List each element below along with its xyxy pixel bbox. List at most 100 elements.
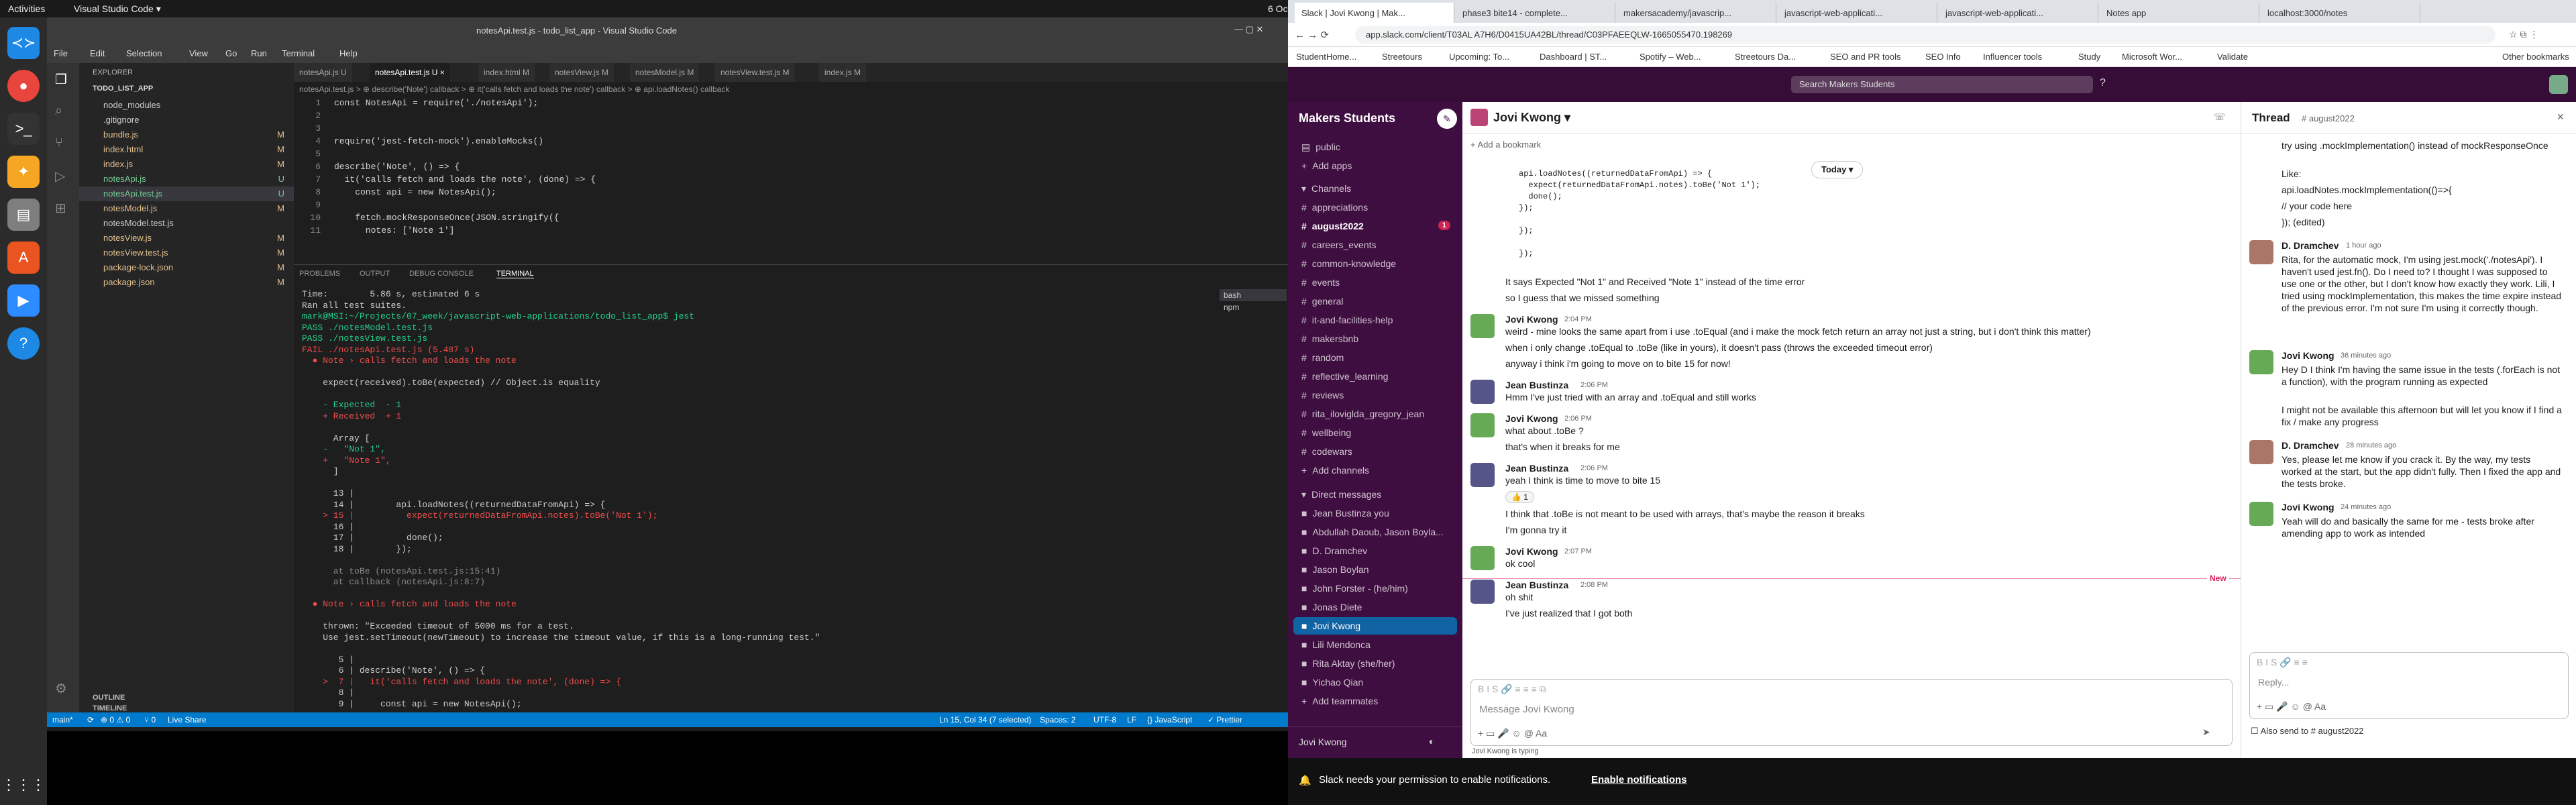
editor-tab[interactable]: index.html M bbox=[478, 63, 535, 82]
message-avatar[interactable] bbox=[1470, 314, 1495, 338]
thread-author[interactable]: D. Dramchev bbox=[2282, 240, 2339, 251]
thread-avatar[interactable] bbox=[2249, 502, 2273, 526]
thread-avatar[interactable] bbox=[2249, 240, 2273, 264]
editor-tab[interactable]: notesView.js M bbox=[549, 63, 614, 82]
thread-author[interactable]: Jovi Kwong bbox=[2282, 502, 2334, 513]
add-channels[interactable]: + Add channels bbox=[1293, 462, 1457, 479]
help-icon[interactable]: ? bbox=[7, 327, 40, 360]
thread-author[interactable]: D. Dramchev bbox=[2282, 440, 2339, 451]
sidebar-channel[interactable]: # common-knowledge bbox=[1293, 255, 1457, 272]
message-author[interactable]: Jovi Kwong bbox=[1505, 546, 1558, 557]
encoding-status[interactable]: UTF-8 bbox=[1093, 715, 1116, 724]
bookmark-item[interactable]: Study bbox=[2078, 52, 2100, 62]
message-author[interactable]: Jovi Kwong bbox=[1505, 314, 1558, 325]
dm-section-header[interactable]: ▾ Direct messages bbox=[1293, 486, 1457, 503]
message-time[interactable]: 2:06 PM bbox=[1580, 464, 1608, 472]
browser-tab[interactable]: Notes app bbox=[2100, 3, 2259, 23]
panel-tab-output[interactable]: OUTPUT bbox=[360, 270, 390, 278]
prettier-status[interactable]: ✓ Prettier bbox=[1208, 715, 1242, 724]
thread-avatar[interactable] bbox=[2249, 350, 2273, 374]
bookmark-item[interactable]: Dashboard | ST... bbox=[1540, 52, 1607, 62]
url-field[interactable]: app.slack.com/client/T03AL A7H6/D0415UA4… bbox=[1355, 26, 2496, 44]
focused-app-menu[interactable]: Visual Studio Code ▾ bbox=[74, 3, 161, 15]
menu-go[interactable]: Go bbox=[225, 48, 237, 58]
branch-status[interactable]: main* bbox=[52, 715, 73, 724]
bookmark-item[interactable]: Other bookmarks bbox=[2502, 52, 2569, 62]
message-avatar[interactable] bbox=[1470, 463, 1495, 487]
file-item[interactable]: package-lock.json M bbox=[79, 260, 294, 275]
help-icon[interactable]: ? bbox=[2100, 77, 2106, 89]
sidebar-dm[interactable]: ■ Yichao Qian bbox=[1293, 674, 1457, 691]
editor-tab[interactable]: notesModel.js M bbox=[630, 63, 700, 82]
file-item[interactable]: notesView.test.js M bbox=[79, 246, 294, 260]
extension-icons[interactable]: ☆ ⧉ ⋮ bbox=[2509, 29, 2538, 40]
message-time[interactable]: 2:06 PM bbox=[1564, 415, 1592, 423]
sidebar-channel[interactable]: # general bbox=[1293, 292, 1457, 310]
message-avatar[interactable] bbox=[1470, 546, 1495, 570]
channels-section-header[interactable]: ▾ Channels bbox=[1293, 180, 1457, 197]
browser-tab[interactable]: localhost:3000/notes bbox=[2261, 3, 2420, 23]
sidebar-dm[interactable]: ■ Jason Boylan bbox=[1293, 561, 1457, 578]
bookmark-item[interactable]: SEO Info bbox=[1925, 52, 1961, 62]
sidebar-channel[interactable]: # codewars bbox=[1293, 443, 1457, 460]
sidebar-channel[interactable]: # it-and-facilities-help bbox=[1293, 311, 1457, 329]
activities-button[interactable]: Activities bbox=[8, 3, 45, 14]
send-icon[interactable]: ➤ bbox=[2202, 727, 2210, 738]
debug-icon[interactable]: ▷ bbox=[55, 168, 65, 184]
slack-search[interactable]: Search Makers Students bbox=[1791, 76, 2093, 93]
message-author[interactable]: Jean Bustinza bbox=[1505, 463, 1568, 474]
sidebar-channel[interactable]: # rita_iloviglda_gregory_jean bbox=[1293, 405, 1457, 423]
terminal-npm[interactable]: npm bbox=[1220, 301, 1287, 313]
bookmark-item[interactable]: Validate bbox=[2217, 52, 2248, 62]
menu-terminal[interactable]: Terminal bbox=[282, 48, 315, 58]
window-controls[interactable]: — ▢ ✕ bbox=[1234, 24, 1263, 35]
sidebar-dm[interactable]: ■ D. Dramchev bbox=[1293, 542, 1457, 559]
sidebar-dm[interactable]: ■ Rita Aktay (she/her) bbox=[1293, 655, 1457, 672]
thread-avatar[interactable] bbox=[2249, 440, 2273, 464]
menu-help[interactable]: Help bbox=[339, 48, 358, 58]
conversation-title[interactable]: Jovi Kwong ▾ bbox=[1493, 111, 1570, 125]
file-item[interactable]: bundle.js M bbox=[79, 127, 294, 142]
reaction-pill[interactable]: 👍 1 bbox=[1505, 491, 1534, 503]
message-author[interactable]: Jovi Kwong bbox=[1505, 413, 1558, 424]
thread-channel[interactable]: # august2022 bbox=[2302, 113, 2355, 123]
file-item[interactable]: notesModel.js M bbox=[79, 201, 294, 216]
user-avatar[interactable] bbox=[2549, 75, 2568, 94]
menu-selection[interactable]: Selection bbox=[126, 48, 162, 58]
menu-file[interactable]: File bbox=[54, 48, 68, 58]
zoom-icon[interactable]: ▶ bbox=[7, 284, 40, 317]
show-apps-icon[interactable]: ⋮⋮⋮ bbox=[1, 769, 46, 801]
editor-tab[interactable]: notesApi.js U bbox=[294, 63, 352, 82]
thread-format-toolbar[interactable]: B I S 🔗 ≡ ≡ bbox=[2257, 657, 2308, 668]
postman-icon[interactable]: ✦ bbox=[7, 156, 40, 188]
source-control-icon[interactable]: ⑂ bbox=[55, 136, 63, 151]
message-time[interactable]: 2:04 PM bbox=[1564, 315, 1592, 323]
software-center-icon[interactable]: A bbox=[7, 241, 40, 274]
bookmark-item[interactable]: StudentHome... bbox=[1296, 52, 1356, 62]
sidebar-dm[interactable]: ■ Abdullah Daoub, Jason Boyla... bbox=[1293, 523, 1457, 541]
sync-icon[interactable]: ⟳ bbox=[87, 715, 94, 724]
close-thread-icon[interactable]: ✕ bbox=[2557, 111, 2565, 123]
panel-tab-debug-console[interactable]: DEBUG CONSOLE bbox=[409, 270, 474, 278]
sidebar-dm[interactable]: ■ Jovi Kwong bbox=[1293, 617, 1457, 635]
sidebar-channel[interactable]: # random bbox=[1293, 349, 1457, 366]
sidebar-channel[interactable]: # events bbox=[1293, 274, 1457, 291]
also-send-checkbox[interactable]: ☐ Also send to # august2022 bbox=[2251, 726, 2364, 737]
browser-tab[interactable]: makersacademy/javascrip... bbox=[1617, 3, 1776, 23]
bookmark-item[interactable]: Streetours bbox=[1382, 52, 1422, 62]
menu-edit[interactable]: Edit bbox=[90, 48, 105, 58]
sidebar-channel[interactable]: # reviews bbox=[1293, 386, 1457, 404]
message-avatar[interactable] bbox=[1470, 380, 1495, 404]
panel-tab-terminal[interactable]: TERMINAL bbox=[496, 270, 534, 278]
ports-status[interactable]: ⑂ 0 bbox=[144, 715, 156, 724]
format-toolbar[interactable]: B I S 🔗 ≡ ≡ ≡ ⧉ bbox=[1478, 684, 1546, 695]
compose-icon[interactable]: ✎ bbox=[1437, 109, 1457, 129]
file-item[interactable]: index.js M bbox=[79, 157, 294, 172]
thread-time[interactable]: 28 minutes ago bbox=[2346, 441, 2396, 449]
outline-section[interactable]: OUTLINE bbox=[93, 694, 125, 702]
message-time[interactable]: 2:08 PM bbox=[1580, 581, 1608, 589]
bookmark-item[interactable]: Microsoft Wor... bbox=[2122, 52, 2182, 62]
workspace-name[interactable]: Makers Students bbox=[1299, 111, 1395, 125]
sidebar-channel[interactable]: # august2022 1 bbox=[1293, 217, 1457, 235]
reply-input[interactable]: Reply... bbox=[2258, 677, 2289, 688]
